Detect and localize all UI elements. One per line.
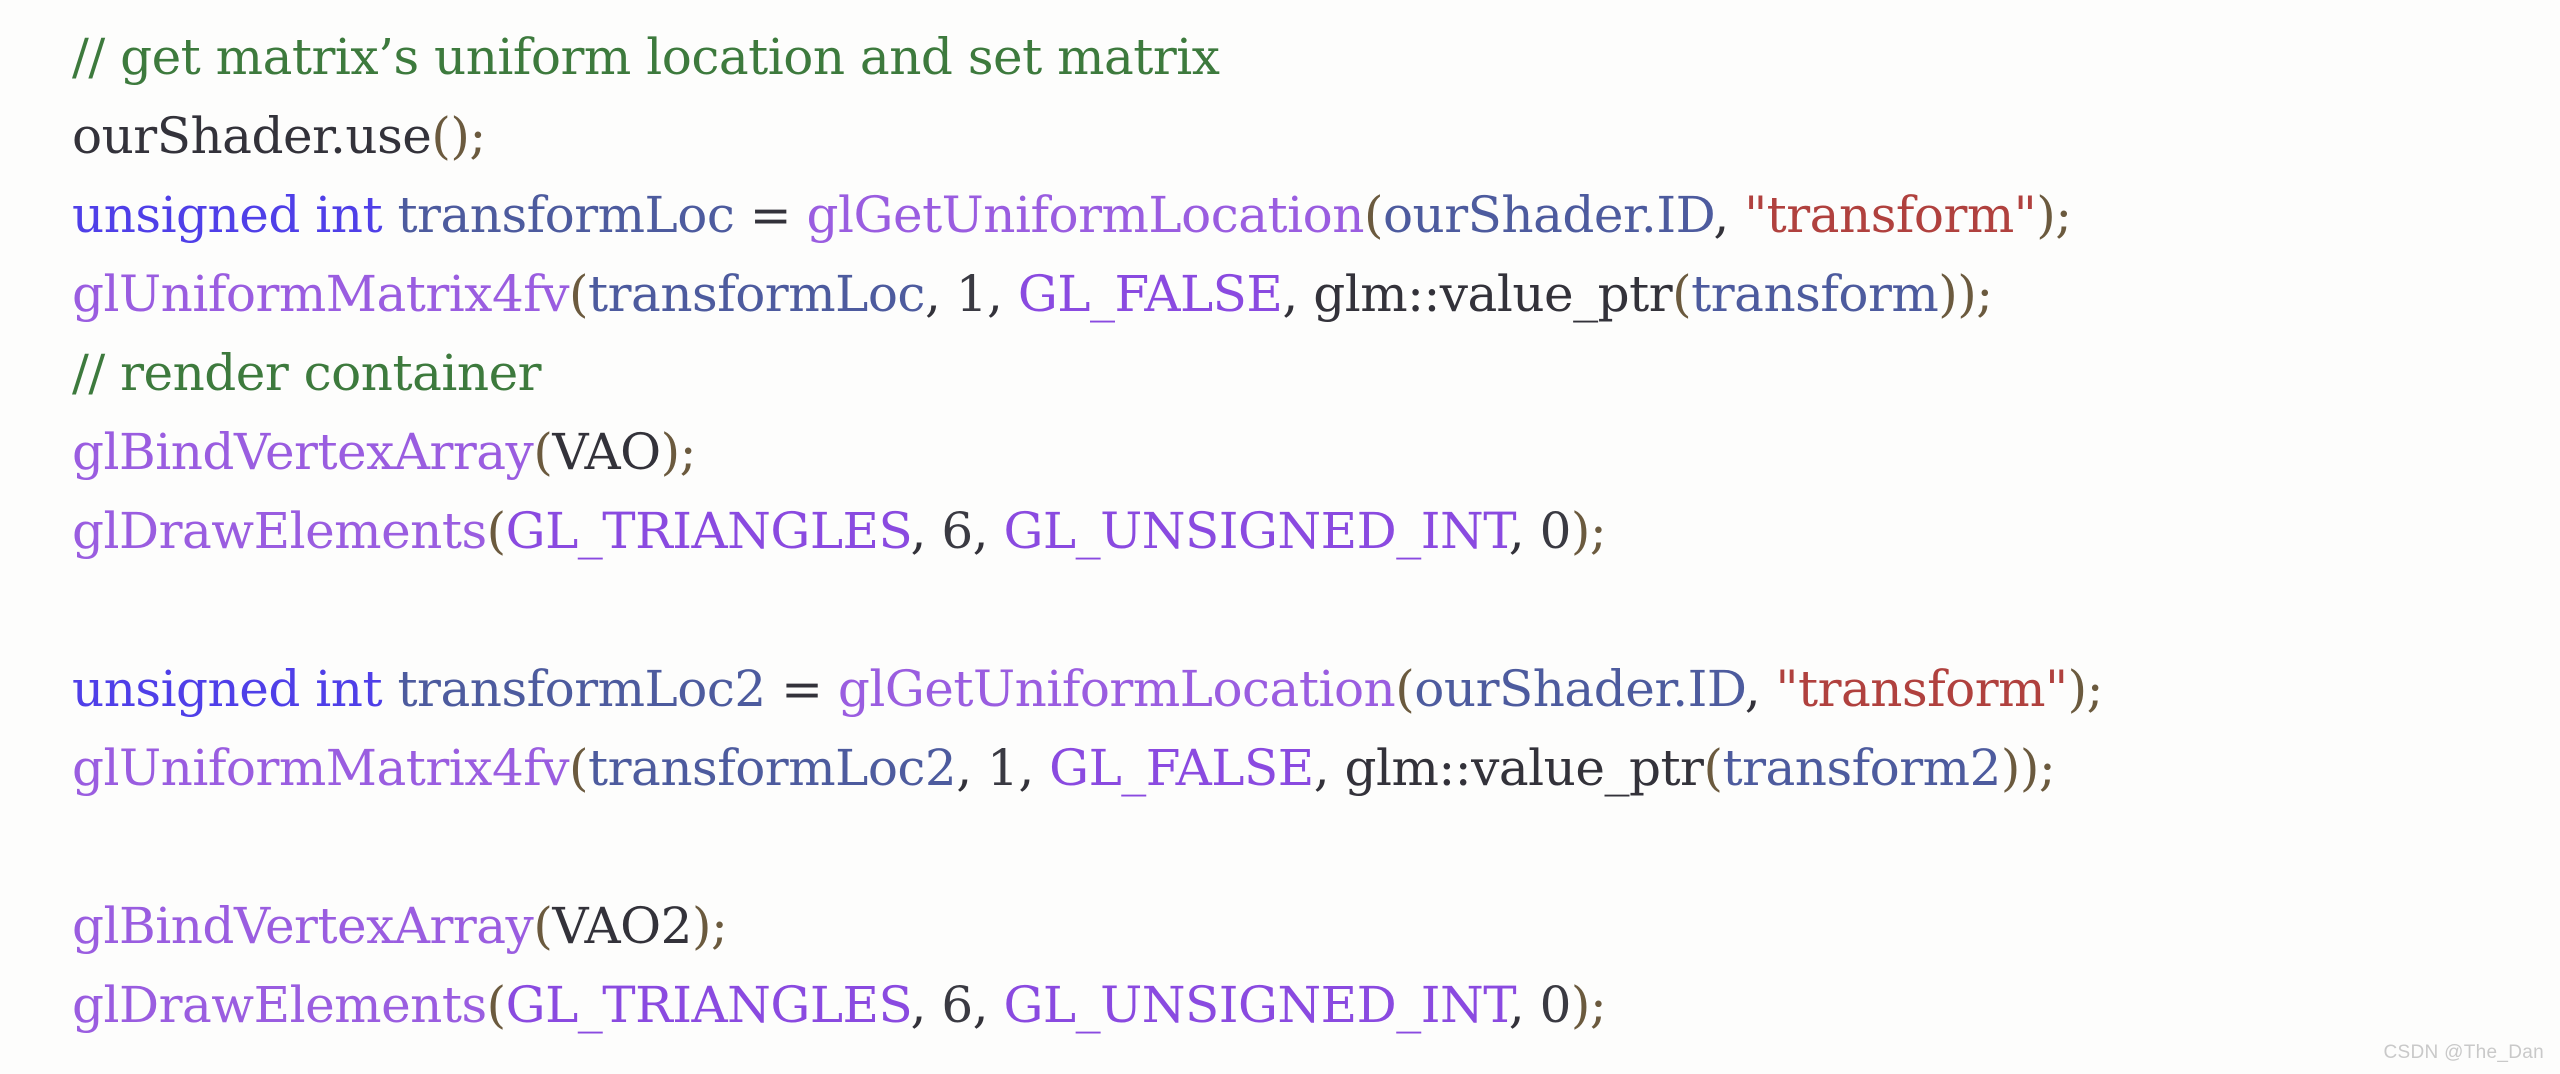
code-token-plain: glm::value_ptr	[1344, 739, 1704, 797]
code-token-comment: // get matrix’s uniform location and set…	[72, 28, 1220, 86]
code-token-punct: (	[1363, 186, 1384, 244]
code-token-string: "transform"	[1775, 660, 2069, 718]
code-token-punct: );	[2036, 186, 2072, 244]
code-token-plain: ,	[1744, 660, 1776, 718]
code-token-punct: (	[533, 897, 553, 955]
code-token-var: transformLoc2	[588, 739, 957, 797]
code-token-plain: ,	[1508, 976, 1540, 1034]
code-line: glBindVertexArray(VAO2);	[72, 887, 2560, 966]
code-token-plain: =	[734, 186, 807, 244]
code-token-number: 1	[955, 265, 988, 323]
code-line: glDrawElements(GL_TRIANGLES, 6, GL_UNSIG…	[72, 966, 2560, 1045]
code-token-plain: ,	[1713, 186, 1745, 244]
code-token-keyword: unsigned int	[72, 186, 383, 244]
code-token-punct: (	[533, 423, 553, 481]
code-token-plain: ,	[924, 265, 956, 323]
code-token-plain: ,	[910, 502, 942, 560]
code-token-var: ourShader.ID	[1414, 660, 1745, 718]
code-token-punct: (	[486, 502, 507, 560]
code-token-const: GL_FALSE	[1049, 739, 1314, 797]
code-token-plain: ,	[1508, 502, 1540, 560]
csdn-watermark: CSDN @The_Dan	[2383, 1042, 2544, 1063]
code-token-punct: (	[486, 976, 507, 1034]
code-line: unsigned int transformLoc2 = glGetUnifor…	[72, 650, 2560, 729]
code-token-func: glGetUniformLocation	[837, 660, 1396, 718]
code-token-plain: ,	[972, 976, 1004, 1034]
code-token-number: 1	[987, 739, 1019, 797]
code-token-func: glUniformMatrix4fv	[72, 739, 570, 797]
code-token-punct: (	[1672, 265, 1692, 323]
code-token-var: ourShader.ID	[1382, 186, 1714, 244]
code-line: glUniformMatrix4fv(transformLoc2, 1, GL_…	[72, 729, 2560, 808]
code-line: glUniformMatrix4fv(transformLoc, 1, GL_F…	[72, 255, 2560, 334]
code-token-number: 0	[1539, 976, 1572, 1034]
code-line: ourShader.use();	[72, 97, 2560, 176]
code-token-plain: ,	[1313, 739, 1345, 797]
code-token-plain: ,	[972, 502, 1004, 560]
code-token-const: GL_TRIANGLES	[505, 502, 911, 560]
code-line: // render container	[72, 334, 2560, 413]
code-token-func: glBindVertexArray	[72, 423, 534, 481]
code-token-punct: ();	[431, 107, 486, 165]
code-line: // get matrix’s uniform location and set…	[72, 18, 2560, 97]
code-token-punct: ));	[2000, 739, 2056, 797]
code-token-const: GL_UNSIGNED_INT	[1003, 502, 1509, 560]
code-token-var: transformLoc2	[397, 660, 766, 718]
code-token-plain: ourShader.use	[72, 107, 432, 165]
code-token-punct: (	[569, 265, 589, 323]
code-token-plain: VAO	[552, 423, 661, 481]
code-line: glBindVertexArray(VAO);	[72, 413, 2560, 492]
code-token-const: GL_FALSE	[1017, 265, 1283, 323]
code-token-punct: );	[1570, 976, 1607, 1034]
code-token-var: transform	[1691, 265, 1939, 323]
code-token-plain: =	[765, 660, 838, 718]
code-token-func: glBindVertexArray	[72, 897, 534, 955]
code-token-var: transformLoc	[588, 265, 925, 323]
code-token-var: transformLoc	[397, 186, 735, 244]
code-token-plain: ,	[987, 265, 1018, 323]
code-token-plain: glm::value_ptr	[1313, 265, 1673, 323]
code-token-func: glUniformMatrix4fv	[72, 265, 570, 323]
code-line: unsigned int transformLoc = glGetUniform…	[72, 176, 2560, 255]
code-token-plain: ,	[956, 739, 988, 797]
code-token-number: 0	[1539, 502, 1572, 560]
code-token-func: glGetUniformLocation	[806, 186, 1365, 244]
code-token-punct: );	[691, 897, 728, 955]
code-token-punct: );	[1570, 502, 1607, 560]
code-token-func: glDrawElements	[72, 502, 487, 560]
code-token-punct: );	[660, 423, 697, 481]
code-token-plain: VAO2	[552, 897, 692, 955]
code-token-punct: ));	[1938, 265, 1993, 323]
code-token-punct: (	[1703, 739, 1723, 797]
code-token-number: 6	[941, 976, 973, 1034]
code-token-number: 6	[941, 502, 973, 560]
code-token-plain: ,	[1282, 265, 1314, 323]
code-token-punct: (	[569, 739, 589, 797]
code-token-comment: // render container	[72, 344, 542, 402]
code-token-string: "transform"	[1744, 186, 2037, 244]
code-token-plain: ,	[910, 976, 942, 1034]
code-token-const: GL_UNSIGNED_INT	[1003, 976, 1509, 1034]
code-snippet-viewer: // get matrix’s uniform location and set…	[0, 0, 2560, 1074]
code-token-punct: (	[1395, 660, 1415, 718]
code-token-keyword: unsigned int	[72, 660, 383, 718]
code-token-const: GL_TRIANGLES	[505, 976, 911, 1034]
code-token-punct: );	[2067, 660, 2104, 718]
code-line: glDrawElements(GL_TRIANGLES, 6, GL_UNSIG…	[72, 492, 2560, 571]
code-token-var: transform2	[1722, 739, 2001, 797]
code-token-plain: ,	[1018, 739, 1050, 797]
code-token-func: glDrawElements	[72, 976, 487, 1034]
code-block[interactable]: // get matrix’s uniform location and set…	[72, 18, 2560, 1045]
